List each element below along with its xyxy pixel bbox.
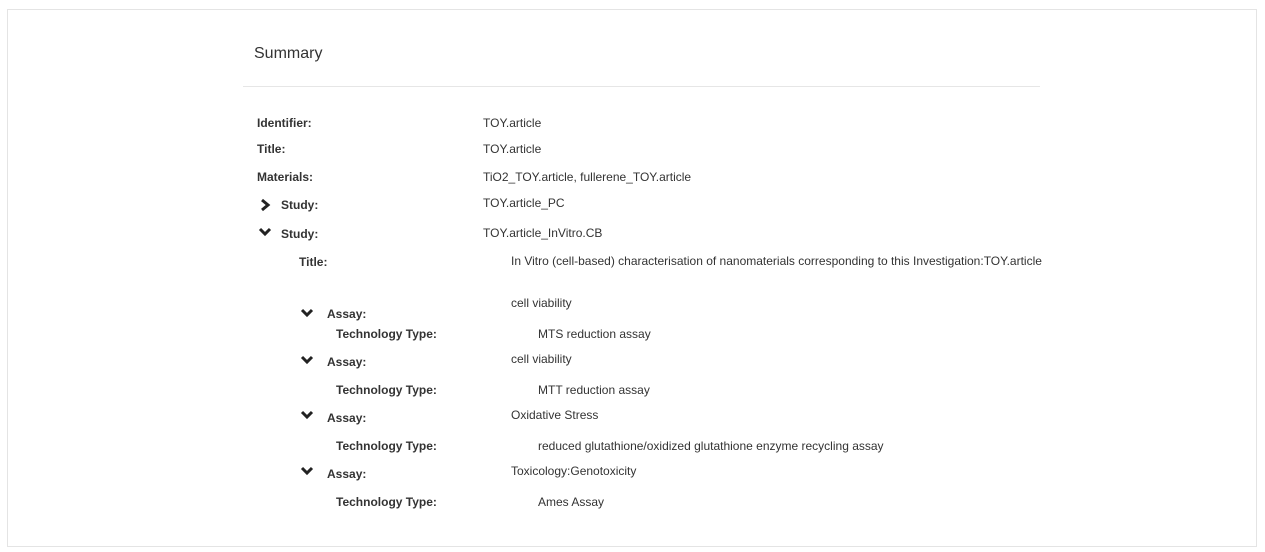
technology-type-value: reduced glutathione/oxidized glutathione… [538,439,884,453]
chevron-down-icon[interactable] [300,307,314,321]
technology-type-label: Technology Type: [336,327,437,341]
chevron-down-icon[interactable] [300,465,314,479]
chevron-right-icon[interactable] [259,198,273,212]
divider [243,86,1040,87]
technology-type-value: MTS reduction assay [538,327,651,341]
study-value: TOY.article_PC [483,196,565,210]
assay-label: Assay: [327,307,367,321]
technology-type-value: Ames Assay [538,495,605,509]
assay-value: Oxidative Stress [511,408,599,422]
chevron-down-icon[interactable] [300,354,314,368]
assay-label: Assay: [327,411,367,425]
chevron-down-icon[interactable] [258,226,272,240]
identifier-value: TOY.article [483,116,542,130]
study-title-value: In Vitro (cell-based) characterisation o… [511,254,1042,268]
title-label: Title: [257,142,286,156]
assay-value: Toxicology:Genotoxicity [511,464,637,478]
study-label: Study: [281,198,319,212]
technology-type-value: MTT reduction assay [538,383,650,397]
identifier-label: Identifier: [257,116,312,130]
technology-type-label: Technology Type: [336,439,437,453]
study-label: Study: [281,227,319,241]
assay-label: Assay: [327,355,367,369]
materials-label: Materials: [257,170,314,184]
materials-value: TiO2_TOY.article, fullerene_TOY.article [483,170,692,184]
chevron-down-icon[interactable] [300,409,314,423]
study-title-label: Title: [299,255,328,269]
assay-label: Assay: [327,467,367,481]
assay-value: cell viability [511,296,572,310]
technology-type-label: Technology Type: [336,383,437,397]
title-value: TOY.article [483,142,542,156]
panel-title: Summary [254,45,323,62]
study-value: TOY.article_InVitro.CB [483,226,603,240]
assay-value: cell viability [511,352,572,366]
technology-type-label: Technology Type: [336,495,437,509]
